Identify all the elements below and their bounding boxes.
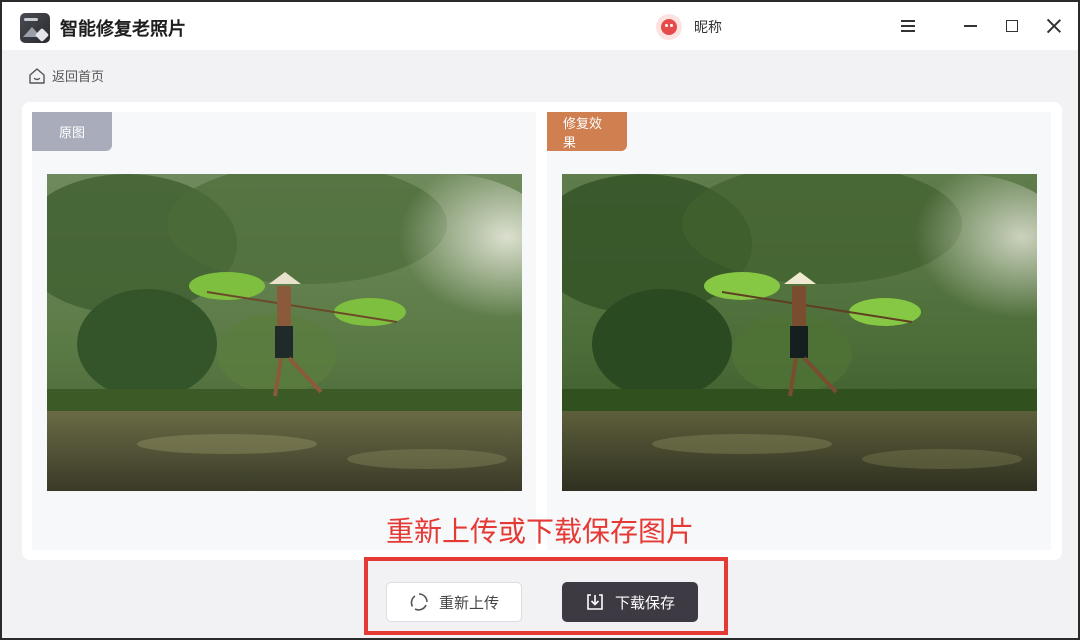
maximize-icon[interactable] [998,12,1026,40]
reupload-label[interactable]: 重新上传 [439,592,499,613]
original-tag: 原图 [32,112,112,151]
instruction-annotation: 重新上传或下载保存图片 [386,515,695,548]
original-photo [47,174,522,491]
comparison-card: 原图 修复效果 [22,102,1062,560]
refresh-icon [410,593,428,611]
avatar[interactable] [656,14,682,40]
title-bar: 智能修复老照片 昵称 [2,2,1078,50]
download-label[interactable]: 下载保存 [615,592,675,613]
close-icon[interactable] [1040,12,1068,40]
back-home-link[interactable]: 返回首页 [28,66,104,85]
username[interactable]: 昵称 [694,17,722,37]
app-window: 智能修复老照片 昵称 返回首页 原图 修复效果 重新上传或下载保存图片 重新上传… [0,0,1080,640]
user-profile[interactable]: 昵称 [656,14,722,40]
result-tag: 修复效果 [547,112,627,151]
result-panel: 修复效果 [547,112,1051,550]
download-button[interactable]: 下载保存 [562,582,698,622]
minimize-icon[interactable] [956,12,984,40]
app-logo-icon [20,13,50,43]
hamburger-icon[interactable] [894,12,922,40]
app-title: 智能修复老照片 [60,19,186,40]
restored-photo [562,174,1037,491]
download-icon [587,594,603,610]
back-home-label[interactable]: 返回首页 [52,66,104,85]
home-icon [29,67,45,84]
reupload-button[interactable]: 重新上传 [386,582,522,622]
original-panel: 原图 [32,112,536,550]
